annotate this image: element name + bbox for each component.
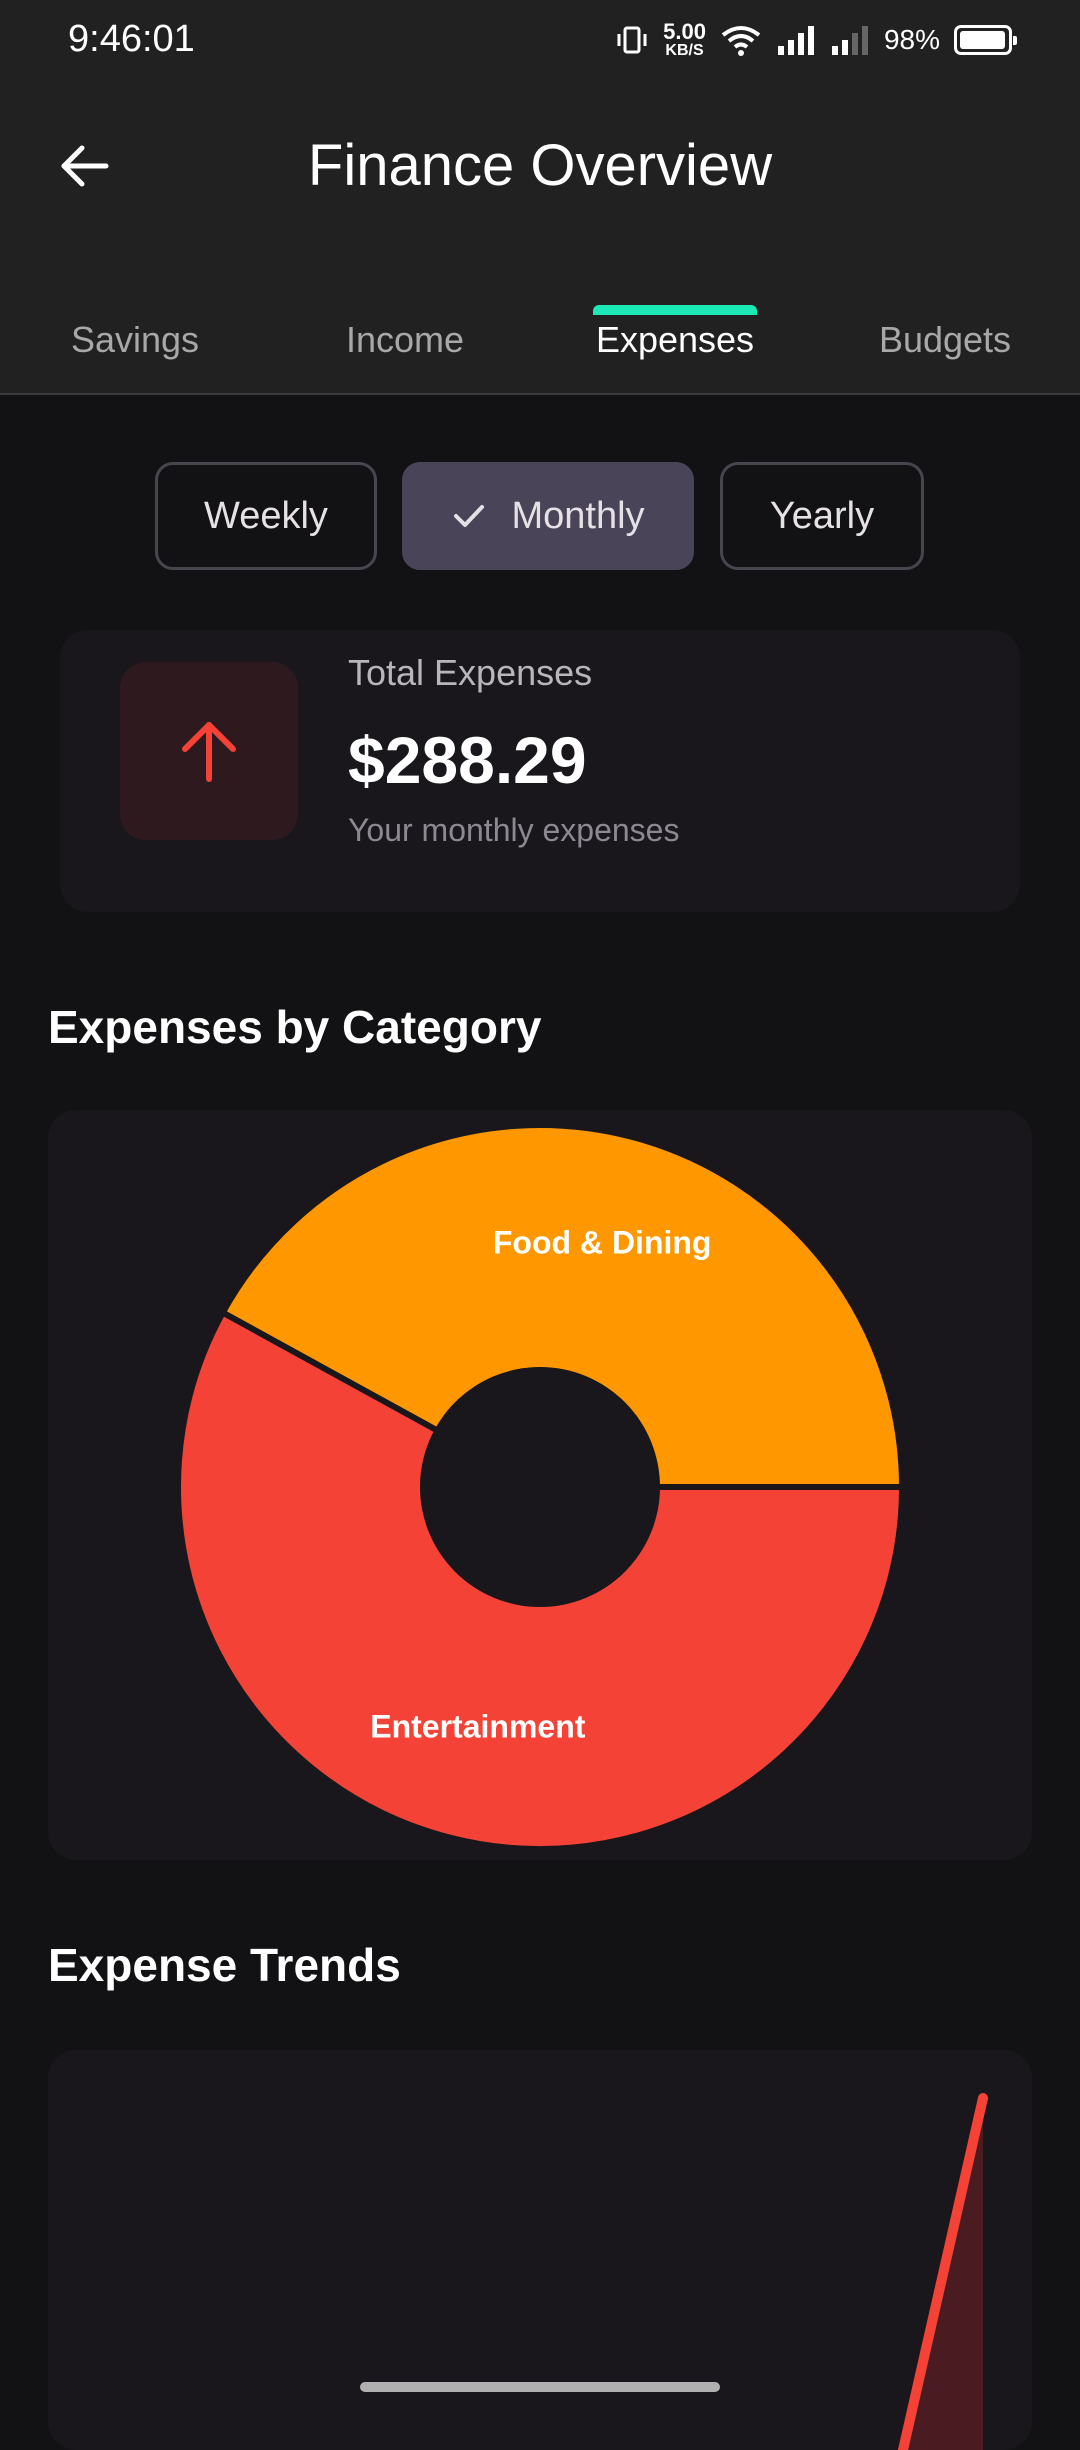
- home-indicator[interactable]: [360, 2382, 720, 2392]
- signal-icon: [777, 26, 814, 55]
- signal-weak-icon: [831, 26, 868, 55]
- check-icon: [454, 505, 485, 527]
- period-selector: Weekly Monthly Yearly: [0, 462, 1080, 570]
- network-speed: 5.00 KB/S: [663, 21, 706, 59]
- net-speed-unit: KB/S: [665, 42, 704, 59]
- tab-savings[interactable]: Savings: [0, 295, 270, 395]
- total-expenses-label: Total Expenses: [348, 652, 593, 693]
- vibrate-icon: [617, 26, 647, 54]
- tab-indicator: [593, 305, 757, 315]
- status-bar: 9:46:01 5.00 KB/S 98%: [0, 0, 1080, 80]
- wifi-icon: [721, 26, 761, 56]
- donut-hole: [420, 1367, 660, 1607]
- tab-bar: Savings Income Expenses Budgets: [0, 295, 1080, 395]
- yearly-button[interactable]: Yearly: [720, 462, 924, 570]
- category-donut-chart: Food & Dining Entertainment: [175, 1122, 906, 1852]
- tab-budgets[interactable]: Budgets: [810, 295, 1080, 395]
- pie-label-food-dining: Food & Dining: [493, 1224, 712, 1260]
- total-expenses-amount: $288.29: [348, 723, 587, 797]
- app-bar: Finance Overview Savings Income Expenses…: [0, 80, 1080, 395]
- pie-label-entertainment: Entertainment: [370, 1709, 585, 1745]
- total-expenses-subtitle: Your monthly expenses: [348, 812, 680, 848]
- weekly-button[interactable]: Weekly: [155, 462, 377, 570]
- net-speed-value: 5.00: [663, 19, 706, 44]
- monthly-label: Monthly: [511, 494, 645, 537]
- battery-icon: [954, 25, 1017, 55]
- tab-income[interactable]: Income: [270, 295, 540, 395]
- status-time: 9:46:01: [68, 18, 195, 60]
- yearly-label: Yearly: [769, 494, 875, 537]
- trends-section-title: Expense Trends: [48, 1939, 401, 1991]
- category-section-title: Expenses by Category: [48, 1001, 542, 1053]
- category-chart-card: Food & Dining Entertainment: [48, 1110, 1032, 1860]
- monthly-button[interactable]: Monthly: [402, 462, 694, 570]
- weekly-label: Weekly: [204, 494, 328, 537]
- battery-fill: [960, 31, 1006, 49]
- page-title: Finance Overview: [307, 133, 773, 198]
- expense-icon-box: [120, 662, 298, 840]
- status-icons: 5.00 KB/S 98%: [615, 16, 1017, 64]
- battery-percent: 98%: [883, 24, 940, 55]
- arrow-up-icon: [182, 722, 236, 782]
